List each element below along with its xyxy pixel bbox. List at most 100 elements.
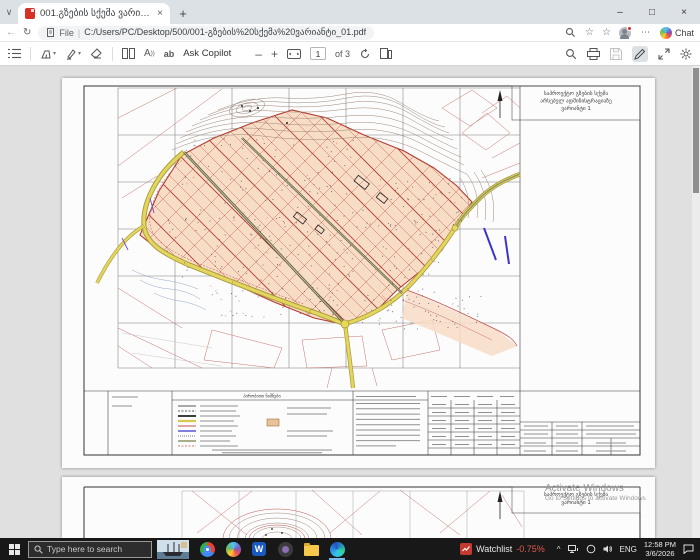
road-junction [341, 320, 349, 328]
url-path: C:/Users/PC/Desktop/500/001-გზების%20სქე… [84, 27, 366, 38]
page-view-icon[interactable] [380, 46, 392, 62]
save-icon[interactable] [610, 46, 622, 62]
highlighter-dropdown-caret[interactable]: ▾ [78, 50, 81, 57]
meet-now-icon[interactable] [586, 544, 596, 554]
road-scheme-drawing-page1: საპროექტო გზების სქემა არსებულ ადმინისტრ… [62, 78, 655, 468]
print-icon[interactable] [587, 46, 600, 62]
taskbar-search-input[interactable]: Type here to search [28, 541, 152, 558]
dark-app-icon [278, 542, 293, 557]
toolbar-divider [30, 47, 31, 61]
window-controls: – □ × [604, 0, 700, 24]
highlighter-tool-icon[interactable]: ▾ [65, 46, 81, 62]
pdf-page-1[interactable]: საპროექტო გზების სქემა არსებულ ადმინისტრ… [62, 78, 655, 468]
pen-dropdown-caret[interactable]: ▾ [53, 50, 56, 57]
settings-gear-icon[interactable] [680, 46, 692, 62]
taskbar-copilot-icon[interactable] [220, 538, 246, 560]
legend-heading: პირობითი ნიშნები [243, 394, 280, 399]
chrome-icon [200, 542, 215, 557]
taskbar-chrome-icon[interactable] [194, 538, 220, 560]
browser-essentials-icon[interactable] [564, 26, 577, 39]
network-icon[interactable] [568, 544, 579, 554]
back-icon[interactable]: ← [6, 27, 16, 38]
maximize-button[interactable]: □ [636, 0, 668, 24]
drawing-title-line3: ვარიანტი 1 [561, 105, 591, 112]
tab-search-chevron-icon[interactable]: ∨ [0, 0, 18, 24]
profile-notification-dot [627, 26, 632, 31]
tray-chevron-icon[interactable]: ^ [557, 545, 561, 554]
toolbar-divider [112, 47, 113, 61]
taskbar-image-thumbnail[interactable] [157, 540, 189, 559]
close-button[interactable]: × [668, 0, 700, 24]
pdf-toolbar: ▾ ▾ A)) ab Ask Copilot – + 1 of 3 [0, 42, 700, 66]
contour-lines [229, 513, 325, 538]
watchlist-widget[interactable]: Watchlist -0.75% [460, 543, 545, 555]
minimize-button[interactable]: – [604, 0, 636, 24]
tab-title: 001.გზების სქემა ვარიანტი_0 [40, 8, 152, 19]
copilot-icon [660, 27, 672, 39]
favorite-star-icon[interactable]: ☆ [585, 27, 594, 38]
title-block-text-placeholders [112, 397, 636, 453]
collections-star-icon[interactable]: ☆ [602, 27, 611, 38]
table-of-contents-icon[interactable] [8, 46, 21, 62]
zoom-in-icon[interactable]: + [271, 46, 278, 62]
main-parcel-area [140, 110, 472, 325]
taskbar-clock[interactable]: 12:58 PM 3/6/2026 [644, 540, 676, 558]
edge-icon [330, 542, 345, 557]
folder-icon [304, 545, 319, 556]
refresh-icon[interactable]: ↻ [23, 27, 31, 38]
rotate-icon[interactable] [359, 46, 371, 62]
copilot-chat-button[interactable]: Chat [660, 27, 694, 39]
taskbar-file-explorer-icon[interactable] [298, 538, 324, 560]
profile-avatar[interactable] [619, 27, 631, 39]
zoom-out-icon[interactable]: – [255, 46, 262, 62]
page-number-input[interactable]: 1 [310, 47, 326, 60]
taskbar-word-icon[interactable]: W [246, 538, 272, 560]
windows-logo-icon [9, 544, 20, 555]
start-button[interactable] [0, 538, 28, 560]
map-grid [182, 491, 524, 538]
fit-to-width-icon[interactable] [287, 46, 301, 62]
two-page-view-icon[interactable] [122, 46, 135, 62]
pen-tool-icon[interactable]: ▾ [40, 46, 56, 62]
eraser-tool-icon[interactable] [90, 46, 103, 62]
system-tray: ^ ENG 12:58 PM 3/6/2026 [545, 540, 700, 558]
scrollbar-thumb[interactable] [693, 68, 699, 193]
volume-icon[interactable] [603, 544, 613, 554]
search-document-icon[interactable] [565, 46, 577, 62]
url-field[interactable]: File | C:/Users/PC/Desktop/500/001-გზები… [38, 26, 374, 40]
taskbar-app-icon[interactable] [272, 538, 298, 560]
action-center-icon[interactable] [683, 544, 694, 554]
read-aloud-icon[interactable]: A)) [144, 46, 155, 62]
new-tab-button[interactable]: + [172, 2, 194, 24]
taskbar-edge-icon[interactable] [324, 538, 350, 560]
north-arrow [498, 491, 503, 519]
drawing-title-line2: ვარიანტი 1 [561, 499, 591, 506]
ask-copilot-button[interactable]: Ask Copilot [183, 48, 231, 59]
page-count-label: of 3 [335, 49, 350, 59]
annotate-icon[interactable] [632, 46, 648, 62]
clock-date: 3/6/2026 [645, 549, 674, 558]
search-placeholder: Type here to search [47, 544, 122, 554]
fullscreen-icon[interactable] [658, 46, 670, 62]
clock-time: 12:58 PM [644, 540, 676, 549]
chat-label: Chat [675, 28, 694, 38]
drawing-title-line1: საპროექტო გზების სქემა [544, 491, 609, 498]
pdf-viewer: საპროექტო გზების სქემა არსებულ ადმინისტრ… [0, 66, 700, 538]
language-indicator[interactable]: ENG [620, 545, 637, 554]
document-icon [46, 28, 55, 37]
browser-tab[interactable]: 001.გზების სქემა ვარიანტი_0 × [18, 3, 170, 24]
watchlist-label: Watchlist [476, 544, 512, 554]
drawing-title-line1: საპროექტო გზების სქემა [544, 90, 609, 97]
tab-close-icon[interactable]: × [157, 9, 163, 19]
drawing-title-box: საპროექტო გზების სქემა ვარიანტი 1 [512, 487, 640, 513]
more-menu-icon[interactable]: ⋯ [639, 26, 652, 39]
pdf-page-2[interactable]: საპროექტო გზების სქემა ვარიანტი 1 [62, 477, 655, 538]
road-junction [452, 225, 458, 231]
search-icon [34, 545, 43, 554]
text-selection-icon[interactable]: ab [164, 46, 175, 62]
browser-titlebar: ∨ 001.გზების სქემა ვარიანტი_0 × + – □ × [0, 0, 700, 24]
watchlist-change: -0.75% [516, 544, 545, 554]
vertical-scrollbar[interactable] [692, 66, 700, 538]
outer-parcels [192, 490, 522, 535]
windows-taskbar: Type here to search W Watchlist -0.75% ^… [0, 538, 700, 560]
